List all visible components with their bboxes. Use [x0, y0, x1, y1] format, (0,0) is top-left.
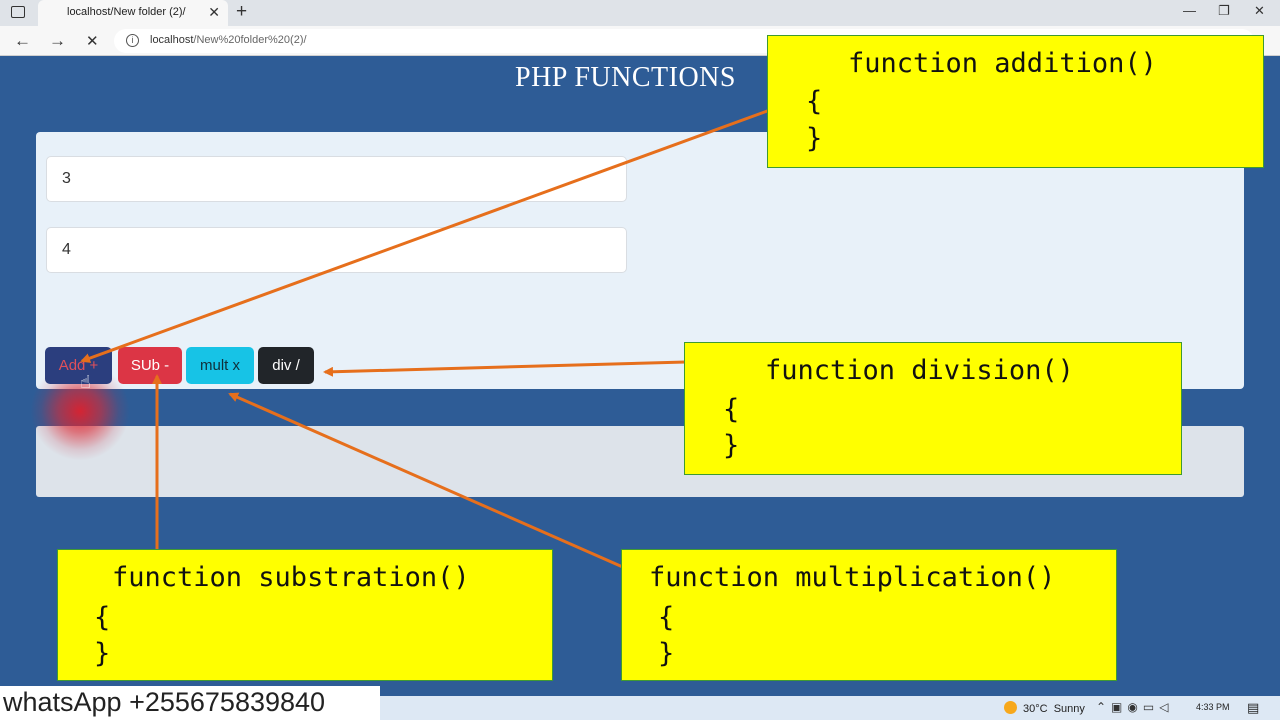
notification-icon[interactable]: ▤	[1247, 700, 1259, 716]
minimize-icon[interactable]: —	[1183, 3, 1196, 18]
note-division-head: function division()	[765, 355, 1074, 386]
tab-title: localhost/New folder (2)/	[67, 6, 186, 18]
temperature: 30°C	[1023, 703, 1048, 715]
note-substraction-head: function substration()	[112, 562, 470, 593]
url-host: localhost	[150, 34, 194, 46]
note-division-open: {	[723, 394, 740, 425]
note-substraction: function substration() { }	[57, 549, 553, 681]
stop-loading-icon[interactable]: ✕	[86, 32, 99, 50]
note-division-close: }	[723, 430, 740, 461]
system-tray-icons[interactable]: ⌃▣◉▭◁	[1096, 700, 1173, 714]
new-tab-icon[interactable]: +	[236, 1, 247, 23]
url-path: /New%20folder%20(2)/	[193, 34, 307, 46]
back-icon[interactable]: ←	[14, 31, 31, 51]
page-title: PHP FUNCTIONS	[515, 62, 736, 93]
clock[interactable]: 4:33 PM	[1196, 702, 1230, 712]
forward-icon[interactable]: →	[49, 31, 66, 51]
number-input-1[interactable]: 3	[46, 156, 627, 202]
tab-strip: localhost/New folder (2)/ ✕ + — ❐ ✕	[0, 0, 1280, 26]
note-division: function division() { }	[684, 342, 1182, 475]
note-substraction-close: }	[94, 638, 111, 669]
browser-tab[interactable]: localhost/New folder (2)/ ✕	[38, 0, 228, 26]
note-multiplication-head: function multiplication()	[649, 562, 1056, 593]
add-button[interactable]: Add +	[45, 347, 112, 384]
note-substraction-open: {	[94, 602, 111, 633]
note-addition-open: {	[806, 86, 823, 117]
subtract-button[interactable]: SUb -	[118, 347, 182, 384]
weather-widget[interactable]: 30°C Sunny	[1004, 701, 1085, 715]
number-input-2[interactable]: 4	[46, 227, 627, 273]
whatsapp-watermark: whatsApp +255675839840	[0, 686, 380, 720]
note-multiplication-close: }	[658, 638, 675, 669]
note-addition-head: function addition()	[848, 48, 1157, 79]
restore-icon[interactable]: ❐	[1218, 3, 1230, 19]
site-info-icon[interactable]: i	[126, 34, 139, 47]
multiply-button[interactable]: mult x	[186, 347, 254, 384]
divide-button[interactable]: div /	[258, 347, 314, 384]
sun-icon	[1004, 701, 1017, 714]
note-multiplication-open: {	[658, 602, 675, 633]
window-close-icon[interactable]: ✕	[1254, 3, 1265, 19]
tab-actions-icon[interactable]	[11, 6, 25, 18]
tab-close-icon[interactable]: ✕	[208, 4, 220, 21]
weather-text: Sunny	[1053, 703, 1085, 715]
url-text: localhost/New%20folder%20(2)/	[150, 34, 307, 46]
note-addition-close: }	[806, 123, 823, 154]
note-multiplication: function multiplication() { }	[621, 549, 1117, 681]
note-addition: function addition() { }	[767, 35, 1264, 168]
hand-cursor-icon: ☝	[80, 372, 91, 392]
